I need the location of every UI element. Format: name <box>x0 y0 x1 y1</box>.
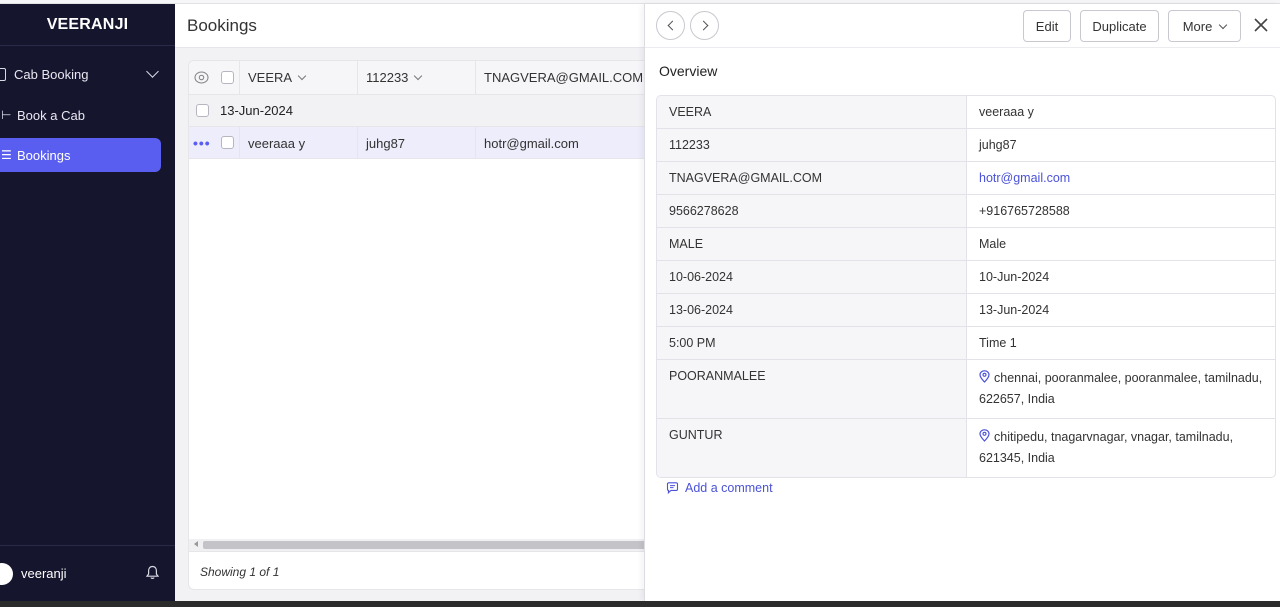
column-label: 112233 <box>366 70 409 85</box>
panel-toolbar: Edit Duplicate More <box>645 4 1280 48</box>
record-detail-panel: Edit Duplicate More Overview VEERA veera… <box>644 4 1280 601</box>
add-comment-label: Add a comment <box>685 481 773 495</box>
field-value: 13-Jun-2024 <box>979 303 1050 317</box>
row-checkbox[interactable] <box>221 136 234 149</box>
folder-icon <box>0 67 6 81</box>
app-brand: VEERANJI <box>0 4 175 46</box>
overview-row: 10-06-2024 10-Jun-2024 <box>657 261 1275 294</box>
sidebar-footer: veeranji <box>0 545 175 601</box>
field-value: Time 1 <box>979 336 1017 350</box>
list-icon: ☰ <box>1 148 12 162</box>
sidebar-item-bookings[interactable]: ☰ Bookings <box>0 138 161 172</box>
edit-button[interactable]: Edit <box>1023 10 1071 42</box>
column-header-veera[interactable]: VEERA <box>239 61 357 94</box>
field-value: veeraaa y <box>979 105 1034 119</box>
column-header-email[interactable]: TNAGVERA@GMAIL.COM <box>475 61 658 94</box>
chevron-down-icon <box>414 71 423 81</box>
cell-veera: veeraaa y <box>239 127 357 159</box>
overview-row: 13-06-2024 13-Jun-2024 <box>657 294 1275 327</box>
close-icon[interactable] <box>1252 16 1270 34</box>
select-all-checkbox[interactable] <box>221 71 234 84</box>
next-record-button[interactable] <box>690 11 719 40</box>
horizontal-scrollbar[interactable] <box>189 539 658 551</box>
row-actions-icon[interactable]: ••• <box>193 135 211 151</box>
cell-code: juhg87 <box>357 127 475 159</box>
main-area: Bookings VEERA 112233 TNAGVERA@GMAIL.COM… <box>175 4 658 601</box>
table-row[interactable]: ••• veeraaa y juhg87 hotr@gmail.com <box>189 127 658 159</box>
field-key: 13-06-2024 <box>657 294 967 326</box>
overview-row: VEERA veeraaa y <box>657 96 1275 129</box>
duplicate-button[interactable]: Duplicate <box>1080 10 1159 42</box>
field-value: juhg87 <box>979 138 1017 152</box>
field-key: 10-06-2024 <box>657 261 967 293</box>
field-key: VEERA <box>657 96 967 128</box>
sidebar: VEERANJI Cab Booking ⊢ Book a Cab ☰ Book… <box>0 4 175 601</box>
group-label: 13-Jun-2024 <box>220 103 293 118</box>
overview-row: TNAGVERA@GMAIL.COM hotr@gmail.com <box>657 162 1275 195</box>
previous-record-button[interactable] <box>656 11 685 40</box>
column-label: TNAGVERA@GMAIL.COM <box>484 70 644 85</box>
group-row[interactable]: 13-Jun-2024 <box>189 95 658 127</box>
address-line: chennai, pooranmalee, pooranmalee, tamil… <box>994 371 1263 385</box>
more-label: More <box>1182 18 1213 34</box>
sidebar-item-book-a-cab[interactable]: ⊢ Book a Cab <box>0 98 161 132</box>
chevron-down-icon <box>1219 20 1228 29</box>
table-footer: Showing 1 of 1 <box>189 551 658 589</box>
sidebar-item-label: Bookings <box>17 147 71 163</box>
field-value: 10-Jun-2024 <box>979 270 1050 284</box>
chevron-down-icon[interactable] <box>146 65 159 78</box>
overview-row: 9566278628 +916765728588 <box>657 195 1275 228</box>
taskbar-strip <box>0 601 1280 607</box>
field-key: GUNTUR <box>657 419 967 477</box>
location-pin-icon <box>979 429 990 442</box>
field-value: Male <box>979 237 1007 251</box>
avatar[interactable] <box>0 562 13 585</box>
field-key: 9566278628 <box>657 195 967 227</box>
field-key: TNAGVERA@GMAIL.COM <box>657 162 967 194</box>
overview-heading: Overview <box>659 63 718 79</box>
more-button[interactable]: More <box>1168 10 1241 42</box>
overview-row: POORANMALEE chennai, pooranmalee, pooran… <box>657 360 1275 419</box>
field-key: 112233 <box>657 129 967 161</box>
group-checkbox[interactable] <box>196 104 209 117</box>
address-line: chitipedu, tnagarvnagar, vnagar, tamilna… <box>994 430 1234 444</box>
table-header: VEERA 112233 TNAGVERA@GMAIL.COM <box>189 61 658 95</box>
chevron-left-icon <box>667 20 678 31</box>
column-label: VEERA <box>248 70 293 85</box>
field-key: POORANMALEE <box>657 360 967 418</box>
overview-row: GUNTUR chitipedu, tnagarvnagar, vnagar, … <box>657 419 1275 477</box>
sidebar-item-label: Book a Cab <box>17 107 85 123</box>
bookings-table: VEERA 112233 TNAGVERA@GMAIL.COM 13-Jun-2… <box>188 60 658 590</box>
overview-row: 112233 juhg87 <box>657 129 1275 162</box>
comment-icon <box>666 482 679 494</box>
field-value: chennai, pooranmalee, pooranmalee, tamil… <box>967 360 1275 418</box>
nav-group-label: Cab Booking <box>14 66 89 82</box>
user-name: veeranji <box>21 566 67 581</box>
scrollbar-thumb[interactable] <box>203 541 658 549</box>
address-line: 621345, India <box>979 451 1055 465</box>
nav-group-cab-booking[interactable]: Cab Booking <box>0 58 175 90</box>
overview-row: 5:00 PM Time 1 <box>657 327 1275 360</box>
bell-icon[interactable] <box>146 565 159 580</box>
chevron-right-icon <box>698 20 709 31</box>
field-value: +916765728588 <box>979 204 1070 218</box>
overview-row: MALE Male <box>657 228 1275 261</box>
page-title: Bookings <box>175 4 645 48</box>
overview-table: VEERA veeraaa y 112233 juhg87 TNAGVERA@G… <box>656 95 1276 478</box>
location-pin-icon <box>979 370 990 383</box>
email-link[interactable]: hotr@gmail.com <box>967 162 1275 194</box>
eye-icon[interactable] <box>194 71 209 84</box>
field-value: chitipedu, tnagarvnagar, vnagar, tamilna… <box>967 419 1275 477</box>
cell-email-link[interactable]: hotr@gmail.com <box>475 127 658 159</box>
add-comment-link[interactable]: Add a comment <box>666 481 773 495</box>
chevron-down-icon <box>297 71 307 81</box>
column-header-112233[interactable]: 112233 <box>357 61 475 94</box>
route-icon: ⊢ <box>1 108 12 122</box>
field-key: MALE <box>657 228 967 260</box>
scroll-left-icon[interactable] <box>194 541 198 547</box>
address-line: 622657, India <box>979 392 1055 406</box>
field-key: 5:00 PM <box>657 327 967 359</box>
